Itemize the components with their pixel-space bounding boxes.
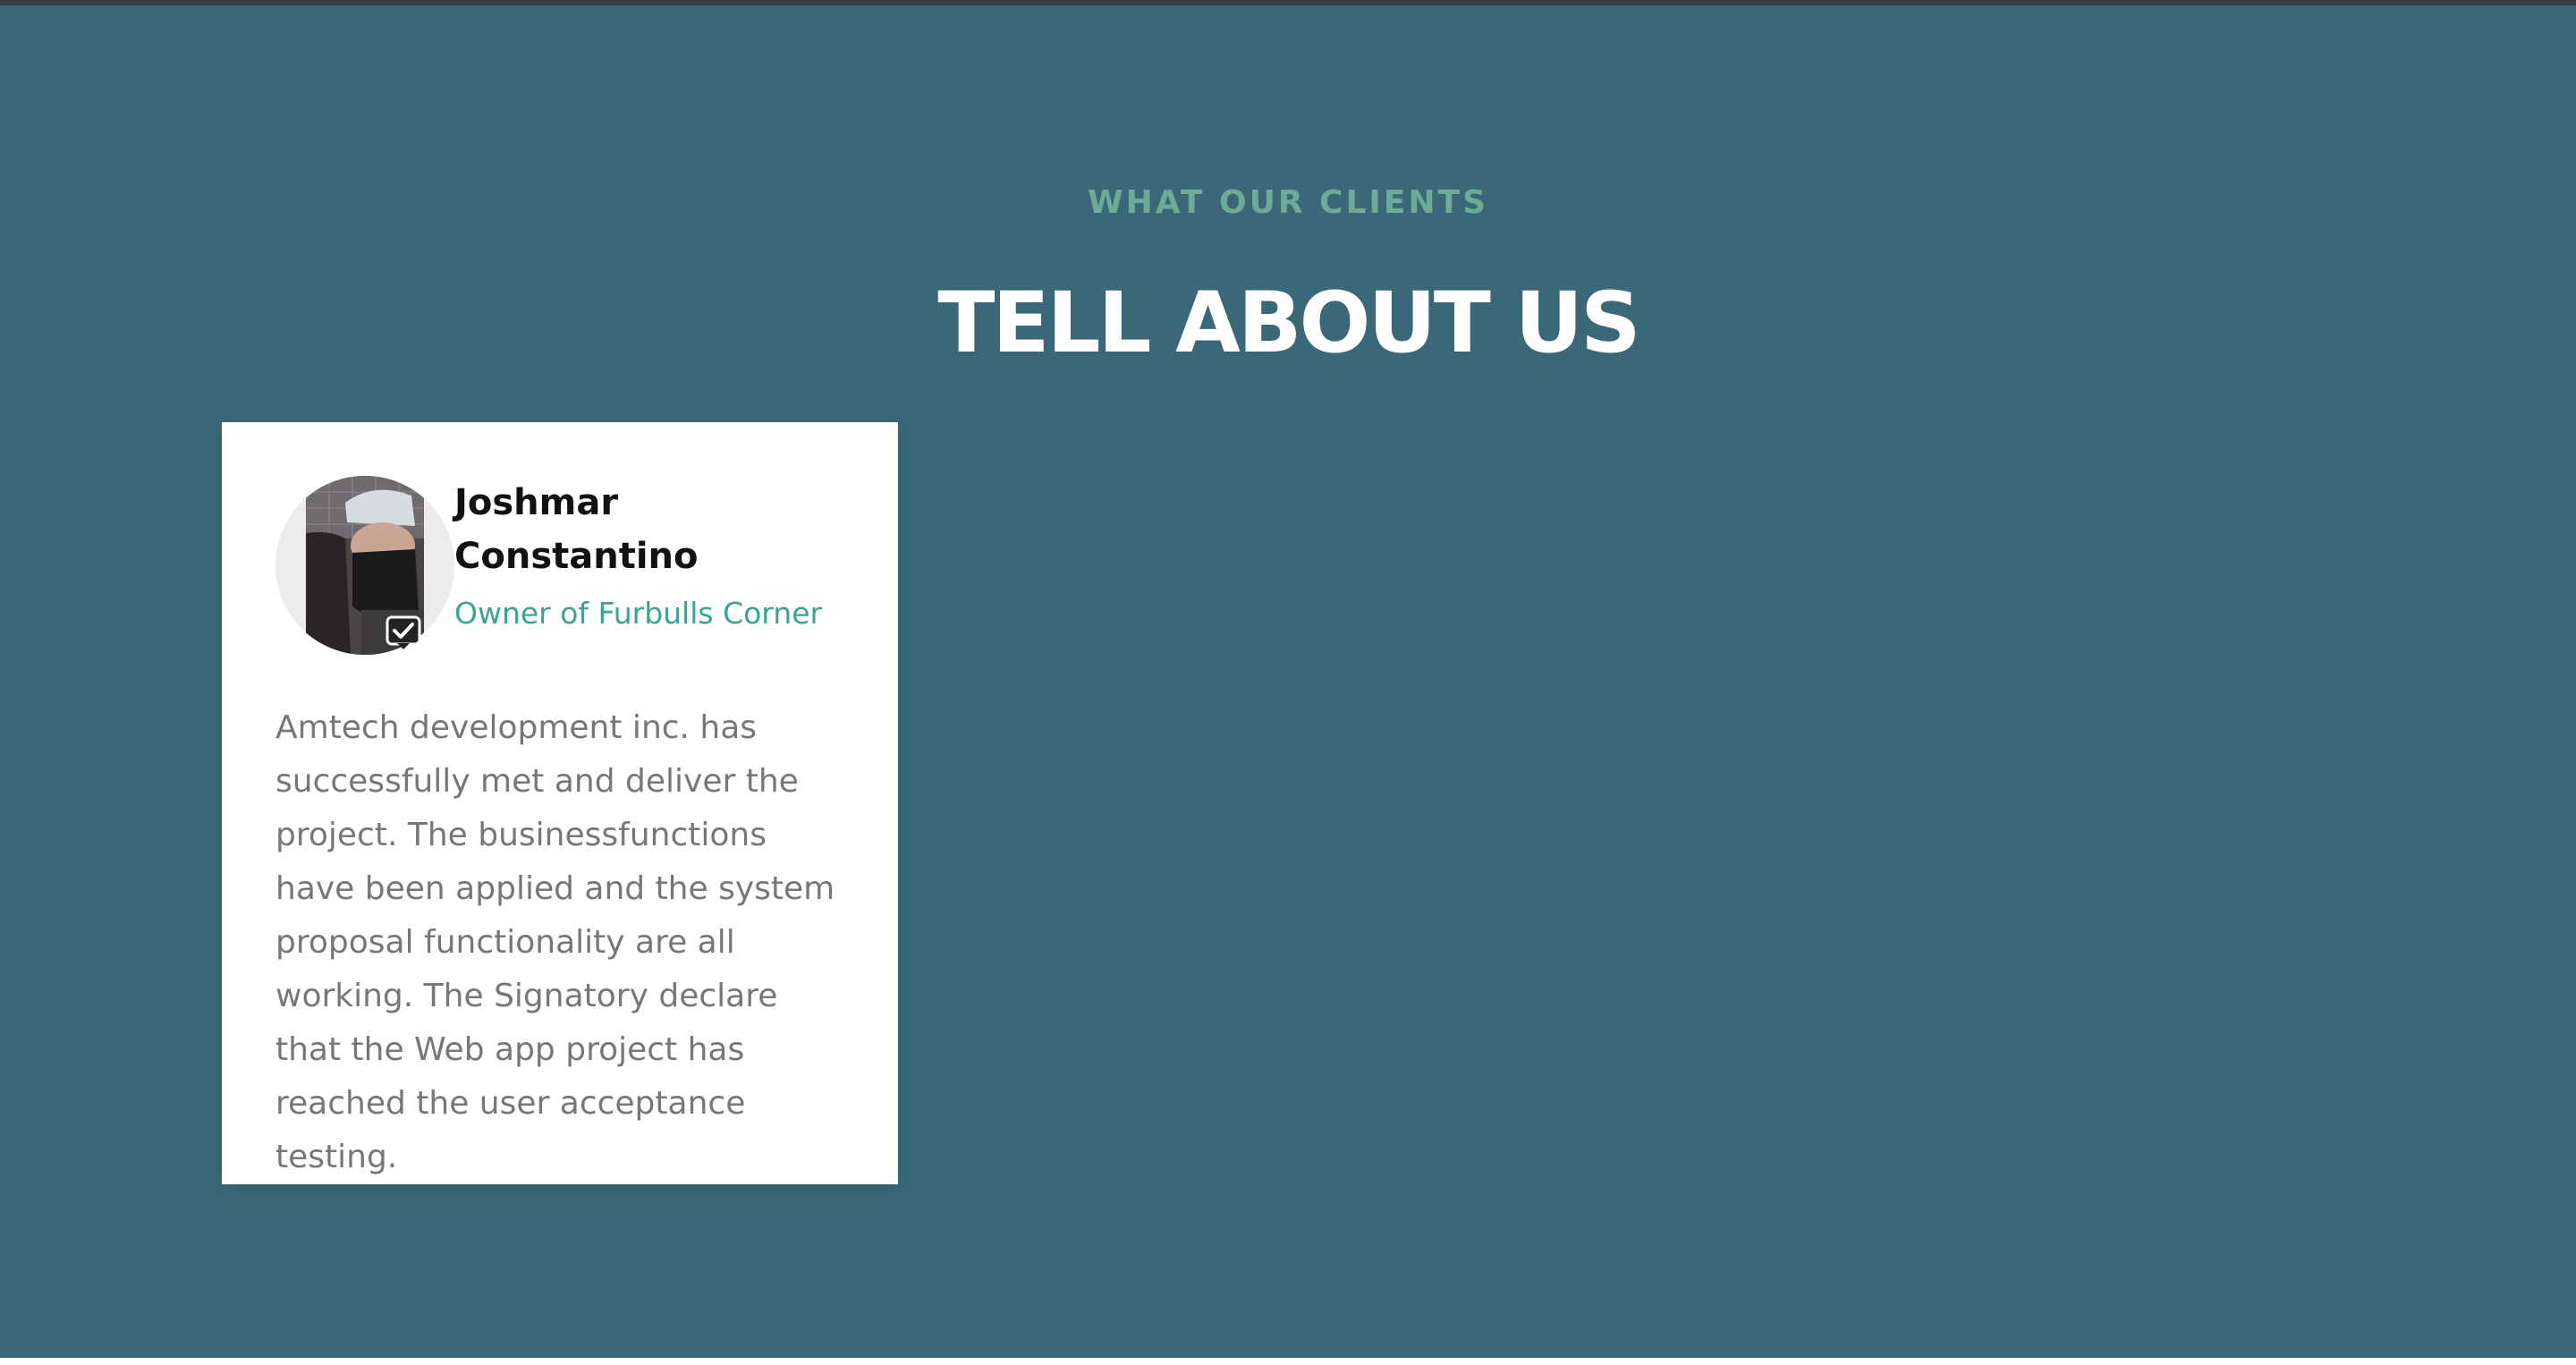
bottom-edge-strip <box>0 1358 2576 1365</box>
section-eyebrow: WHAT OUR CLIENTS <box>1087 184 1489 221</box>
top-edge-bar <box>0 0 2576 5</box>
section-headline: TELL ABOUT US <box>937 275 1640 372</box>
client-role: Owner of Furbulls Corner <box>454 596 823 631</box>
client-name: Joshmar Constantino <box>454 482 699 577</box>
person-avatar-icon <box>275 476 454 655</box>
verified-check-icon <box>385 614 422 651</box>
testimonial-card: Joshmar Constantino Owner of Furbulls Co… <box>222 422 898 1184</box>
testimonial-quote: Amtech development inc. has successfully… <box>275 709 835 1175</box>
